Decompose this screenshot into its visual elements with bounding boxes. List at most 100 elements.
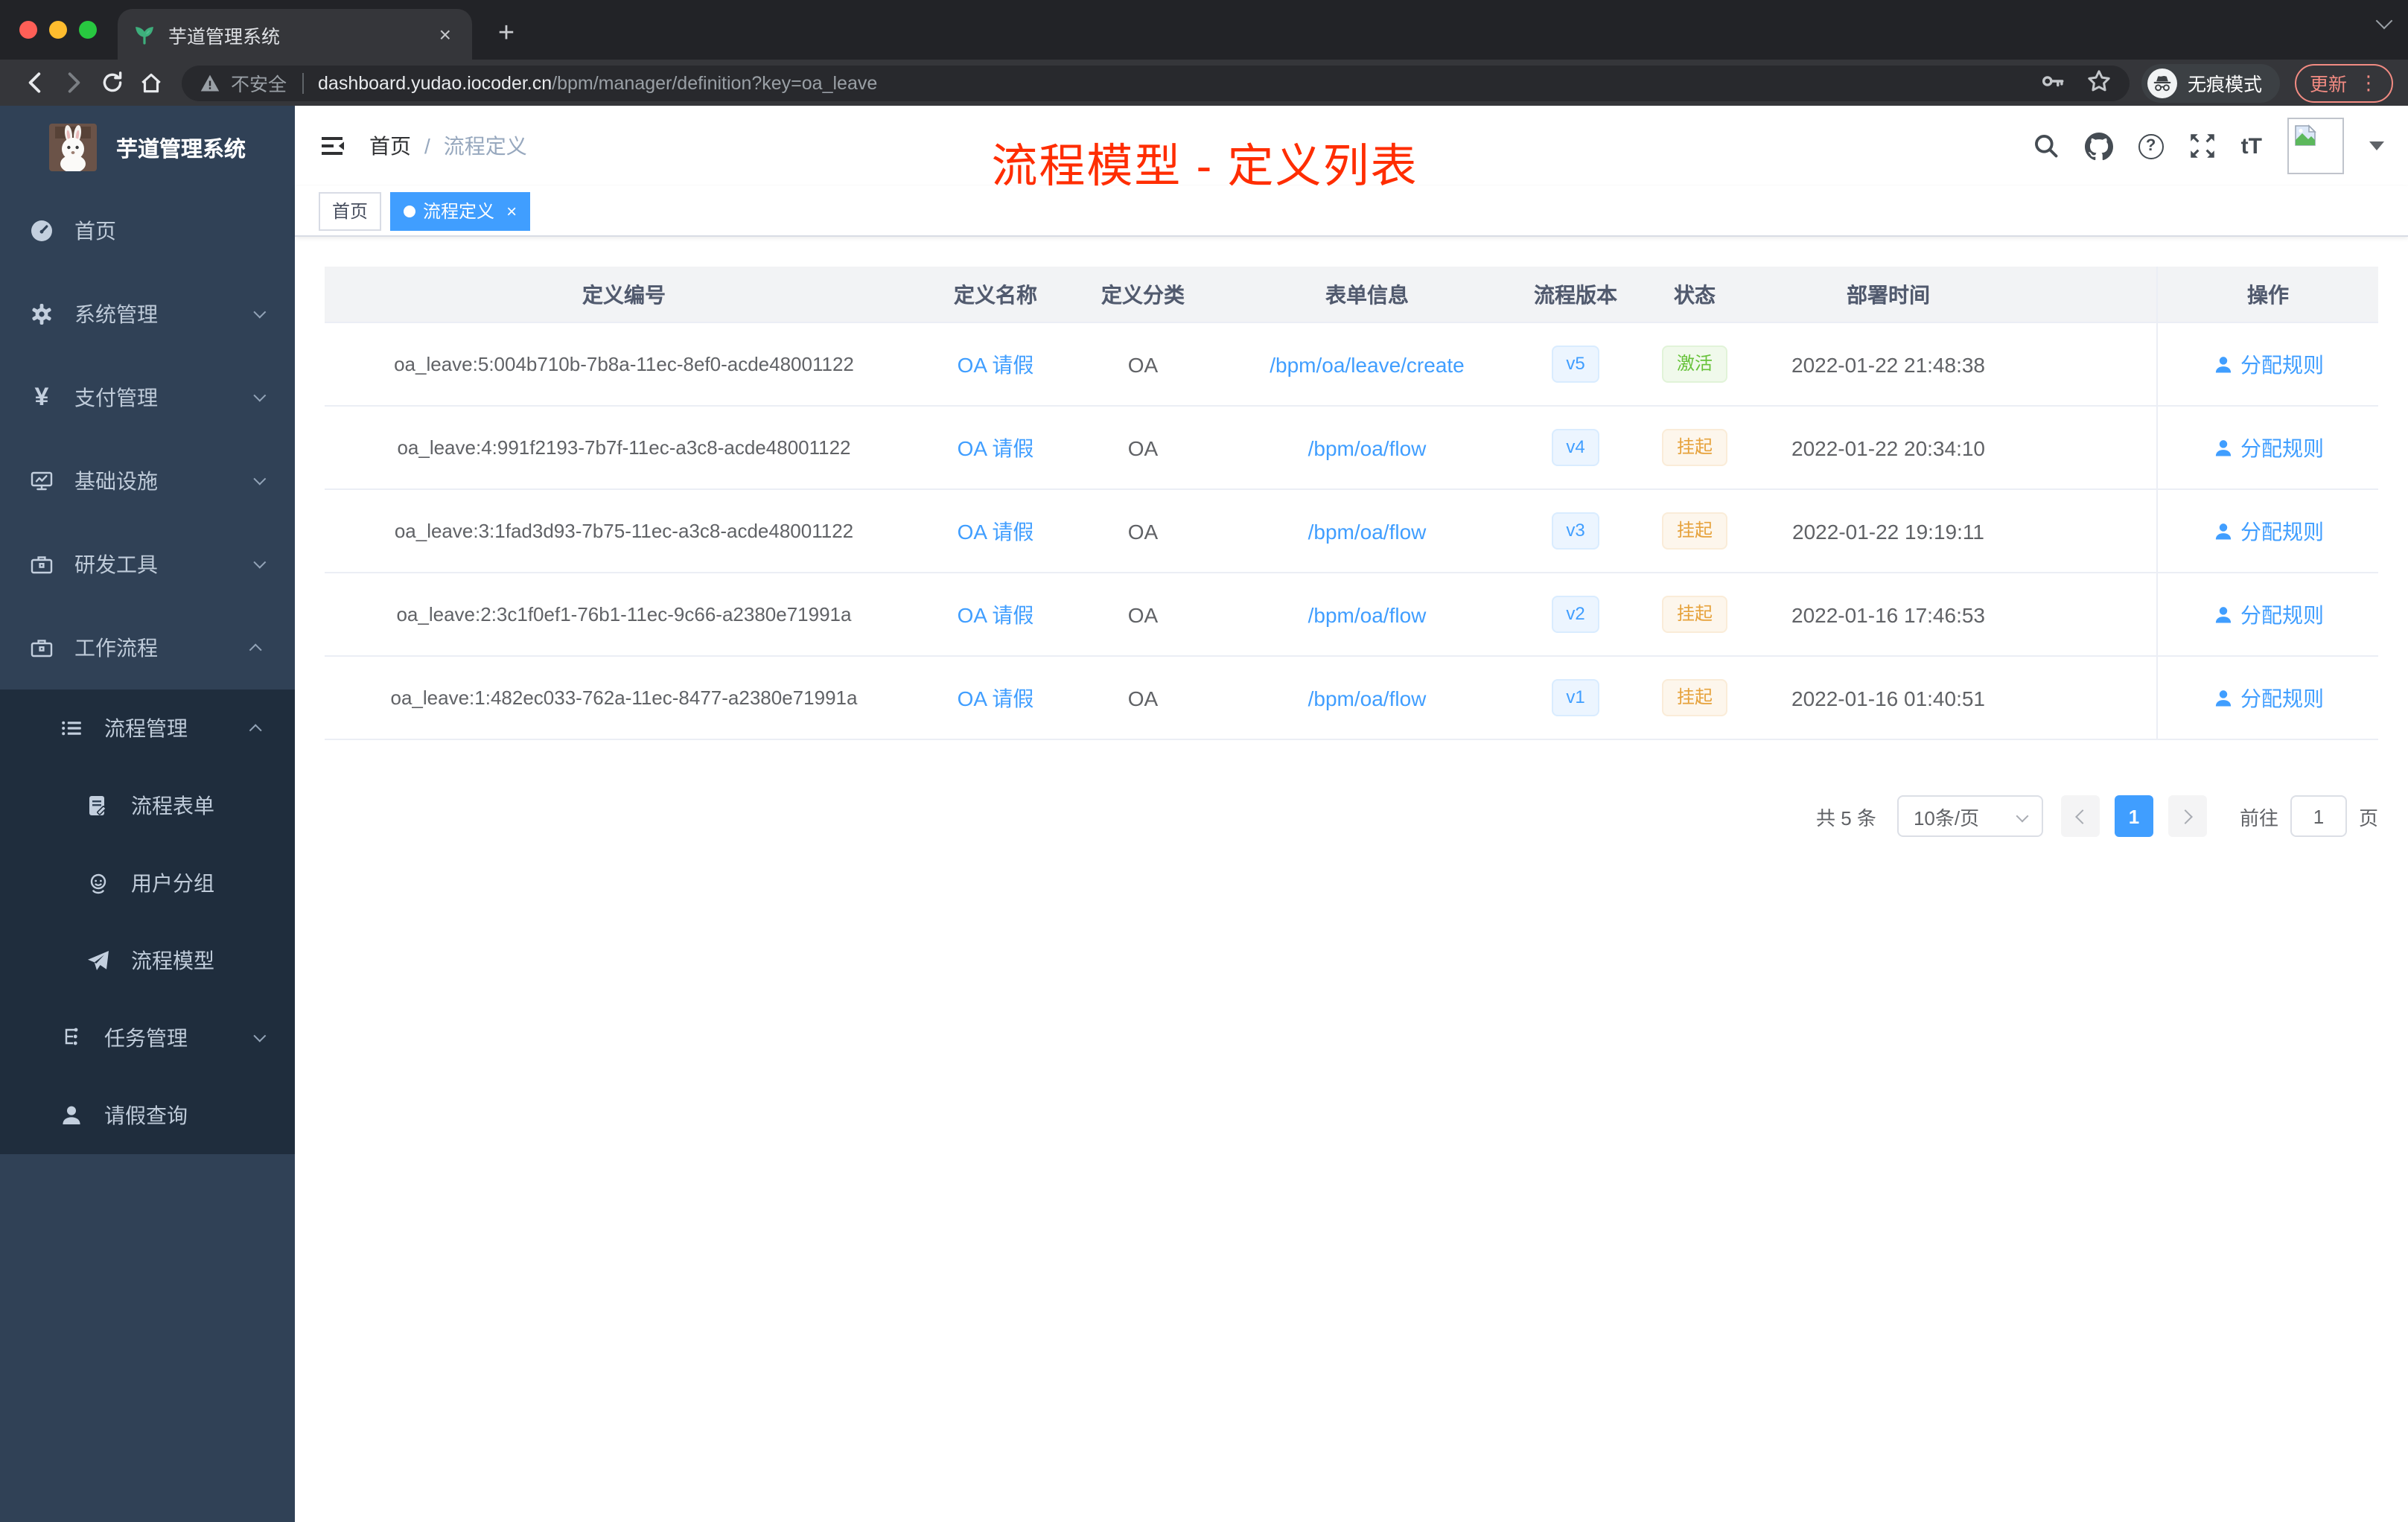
version-badge: v5 — [1551, 346, 1600, 383]
browser-tab[interactable]: 芋道管理系统 × — [118, 9, 472, 60]
col-header-status: 状态 — [1674, 282, 1716, 306]
chevron-down-icon — [253, 1029, 267, 1042]
incognito-icon — [2147, 68, 2177, 98]
sidebar-item-process-form[interactable]: 流程表单 — [0, 767, 295, 844]
help-icon[interactable]: ? — [2138, 133, 2164, 159]
new-tab-button[interactable]: + — [488, 16, 524, 52]
sidebar-item-label: 流程管理 — [104, 716, 188, 740]
password-key-icon[interactable] — [2040, 68, 2065, 98]
definition-name-link[interactable]: OA 请假 — [923, 349, 1068, 379]
col-header-version: 流程版本 — [1534, 282, 1617, 306]
url-path: /bpm/manager/definition?key=oa_leave — [552, 72, 878, 93]
sidebar-item-infrastructure[interactable]: 基础设施 — [0, 439, 295, 523]
url-text: dashboard.yudao.iocoder.cn/bpm/manager/d… — [318, 72, 877, 93]
sidebar-item-label: 支付管理 — [74, 386, 158, 410]
zoom-window-button[interactable] — [79, 21, 97, 39]
sidebar: 芋道管理系统 首页 系统管理 ¥ 支付管理 基础设施 研发工具 工作流程 流程管… — [0, 106, 295, 1522]
sidebar-item-home[interactable]: 首页 — [0, 189, 295, 273]
col-header-name: 定义名称 — [954, 282, 1037, 306]
forward-button[interactable] — [54, 63, 92, 102]
form-link[interactable]: /bpm/oa/leave/create — [1218, 352, 1516, 376]
user-icon — [2214, 523, 2231, 539]
browser-window: 芋道管理系统 × + 不安全 dashboard.yudao.iocoder.c… — [0, 0, 2408, 1522]
sidebar-item-payment[interactable]: ¥ 支付管理 — [0, 356, 295, 439]
table-row: oa_leave:2:3c1f0ef1-76b1-11ec-9c66-a2380… — [325, 573, 2378, 657]
address-divider — [302, 72, 304, 93]
col-header-form: 表单信息 — [1325, 282, 1409, 306]
definition-name-link[interactable]: OA 请假 — [923, 683, 1068, 713]
form-link[interactable]: /bpm/oa/flow — [1218, 519, 1516, 543]
table-row: oa_leave:4:991f2193-7b7f-11ec-a3c8-acde4… — [325, 407, 2378, 490]
sidebar-logo[interactable]: 芋道管理系统 — [0, 106, 295, 189]
user-icon — [2214, 439, 2231, 456]
sidebar-item-user-group[interactable]: 用户分组 — [0, 844, 295, 922]
sidebar-item-task-management[interactable]: 任务管理 — [0, 999, 295, 1077]
favicon-plant-icon — [135, 27, 154, 45]
close-window-button[interactable] — [19, 21, 37, 39]
definition-id-cell: oa_leave:4:991f2193-7b7f-11ec-a3c8-acde4… — [397, 436, 851, 459]
chevron-up-icon — [249, 643, 262, 657]
fullscreen-icon[interactable] — [2189, 133, 2216, 159]
minimize-window-button[interactable] — [49, 21, 67, 39]
back-button[interactable] — [15, 63, 54, 102]
dashboard-icon — [30, 219, 54, 243]
address-bar[interactable]: 不安全 dashboard.yudao.iocoder.cn/bpm/manag… — [182, 65, 2130, 101]
sidebar-item-system[interactable]: 系统管理 — [0, 273, 295, 356]
table-row: oa_leave:5:004b710b-7b8a-11ec-8ef0-acde4… — [325, 323, 2378, 407]
sidebar-item-leave-query[interactable]: 请假查询 — [0, 1077, 295, 1154]
definition-name-link[interactable]: OA 请假 — [923, 516, 1068, 546]
user-icon — [2214, 606, 2231, 623]
search-icon[interactable] — [2033, 133, 2060, 159]
sidebar-item-process-model[interactable]: 流程模型 — [0, 922, 295, 999]
sidebar-toggle-icon[interactable] — [319, 133, 345, 159]
status-badge: 挂起 — [1661, 512, 1727, 550]
next-page-button[interactable] — [2167, 795, 2207, 837]
sidebar-item-label: 请假查询 — [104, 1104, 188, 1127]
user-icon — [2214, 356, 2231, 372]
goto-page-input[interactable] — [2290, 795, 2347, 837]
incognito-label: 无痕模式 — [2187, 74, 2262, 95]
tag-close-icon[interactable]: × — [506, 200, 517, 221]
github-icon[interactable] — [2084, 132, 2113, 160]
tag-label: 首页 — [332, 201, 369, 222]
sidebar-item-process-management[interactable]: 流程管理 — [0, 690, 295, 767]
page-size-select[interactable]: 10条/页 — [1896, 795, 2043, 837]
definition-id-cell: oa_leave:5:004b710b-7b8a-11ec-8ef0-acde4… — [394, 353, 854, 375]
assign-rule-link[interactable]: 分配规则 — [2158, 683, 2378, 713]
assign-rule-link[interactable]: 分配规则 — [2158, 433, 2378, 462]
breadcrumb-home[interactable]: 首页 — [369, 131, 411, 161]
tag-home[interactable]: 首页 — [319, 191, 382, 230]
form-link[interactable]: /bpm/oa/flow — [1218, 686, 1516, 710]
tab-search-chevron-icon[interactable] — [2375, 12, 2393, 30]
bookmark-star-icon[interactable] — [2086, 68, 2112, 98]
home-button[interactable] — [131, 63, 170, 102]
reload-button[interactable] — [92, 63, 131, 102]
version-badge: v3 — [1551, 512, 1600, 550]
definition-name-link[interactable]: OA 请假 — [923, 433, 1068, 462]
toolbox-icon — [30, 553, 54, 576]
fixed-column-divider — [2156, 267, 2158, 740]
page-unit-label: 页 — [2358, 806, 2378, 829]
form-link[interactable]: /bpm/oa/flow — [1218, 436, 1516, 459]
avatar[interactable] — [2287, 118, 2344, 174]
avatar-dropdown-caret-icon[interactable] — [2369, 141, 2384, 150]
sidebar-item-workflow[interactable]: 工作流程 — [0, 606, 295, 690]
page-number-button[interactable]: 1 — [2114, 795, 2153, 837]
assign-rule-link[interactable]: 分配规则 — [2158, 349, 2378, 379]
page-size-value: 10条/页 — [1913, 806, 1980, 829]
form-link[interactable]: /bpm/oa/flow — [1218, 602, 1516, 626]
update-browser-button[interactable]: 更新 ⋮ — [2294, 63, 2393, 102]
sidebar-item-label: 工作流程 — [74, 636, 158, 660]
assign-rule-link[interactable]: 分配规则 — [2158, 516, 2378, 546]
definition-name-link[interactable]: OA 请假 — [923, 599, 1068, 629]
prev-page-button[interactable] — [2060, 795, 2100, 837]
font-size-icon[interactable]: tT — [2241, 133, 2262, 159]
assign-rule-link[interactable]: 分配规则 — [2158, 599, 2378, 629]
browser-menu-dots-icon[interactable]: ⋮ — [2359, 71, 2378, 95]
tab-close-icon[interactable]: × — [433, 22, 457, 46]
sidebar-item-dev-tools[interactable]: 研发工具 — [0, 523, 295, 606]
assign-rule-label: 分配规则 — [2240, 686, 2324, 710]
tag-process-definition[interactable]: 流程定义 × — [390, 191, 531, 230]
deploy-time-cell: 2022-01-16 17:46:53 — [1791, 602, 1985, 626]
total-count-label: 共 5 条 — [1816, 806, 1876, 829]
